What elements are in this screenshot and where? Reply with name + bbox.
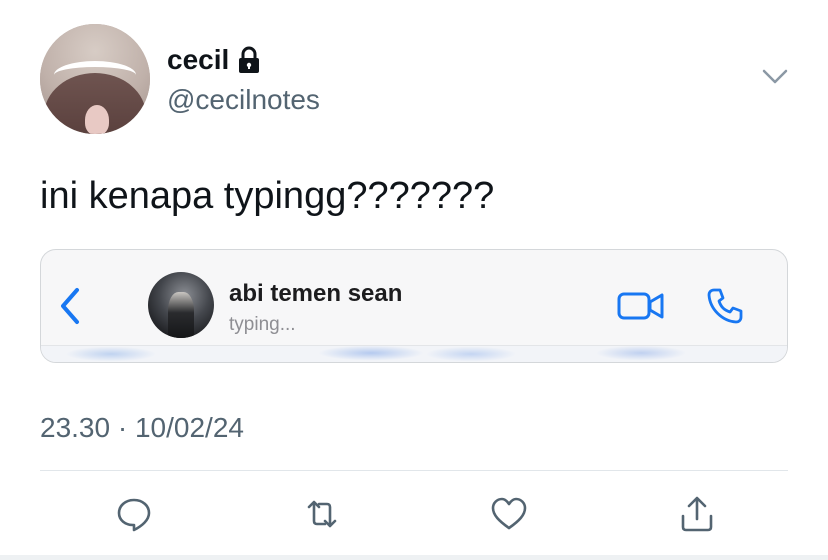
phone-call-icon [707,288,743,324]
author-handle[interactable]: @cecilnotes [167,84,320,116]
tweet-time[interactable]: 23.30 [40,412,110,443]
video-call-icon [617,292,664,320]
tweet-text: ini kenapa typingg??????? [40,175,495,217]
avatar-headband [54,61,136,89]
reply-button[interactable] [114,494,154,534]
heart-icon [491,497,527,530]
chat-background-strip [41,345,787,362]
retweet-icon [307,500,337,528]
reply-icon [117,498,151,532]
contact-avatar [148,272,214,338]
author-avatar[interactable] [40,24,150,134]
contact-avatar-person [168,292,194,338]
contact-status: typing... [229,314,296,335]
share-icon [681,496,713,532]
chevron-down-icon[interactable] [762,68,788,86]
share-button[interactable] [677,494,717,534]
author-name-row: cecil [167,44,263,76]
contact-name: abi temen sean [229,280,403,307]
lock-icon [239,46,260,73]
meta-separator: · [117,412,128,443]
embedded-chat-screenshot[interactable]: abi temen sean typing... [40,249,788,363]
author-display-name[interactable]: cecil [167,44,229,76]
tweet-date[interactable]: 10/02/24 [135,412,244,443]
retweet-button[interactable] [302,494,342,534]
back-chevron-icon [61,288,79,324]
avatar-face [85,105,109,134]
bottom-divider [0,555,828,560]
like-button[interactable] [489,494,529,534]
divider [40,470,788,471]
tweet-meta: 23.30 · 10/02/24 [40,412,244,444]
